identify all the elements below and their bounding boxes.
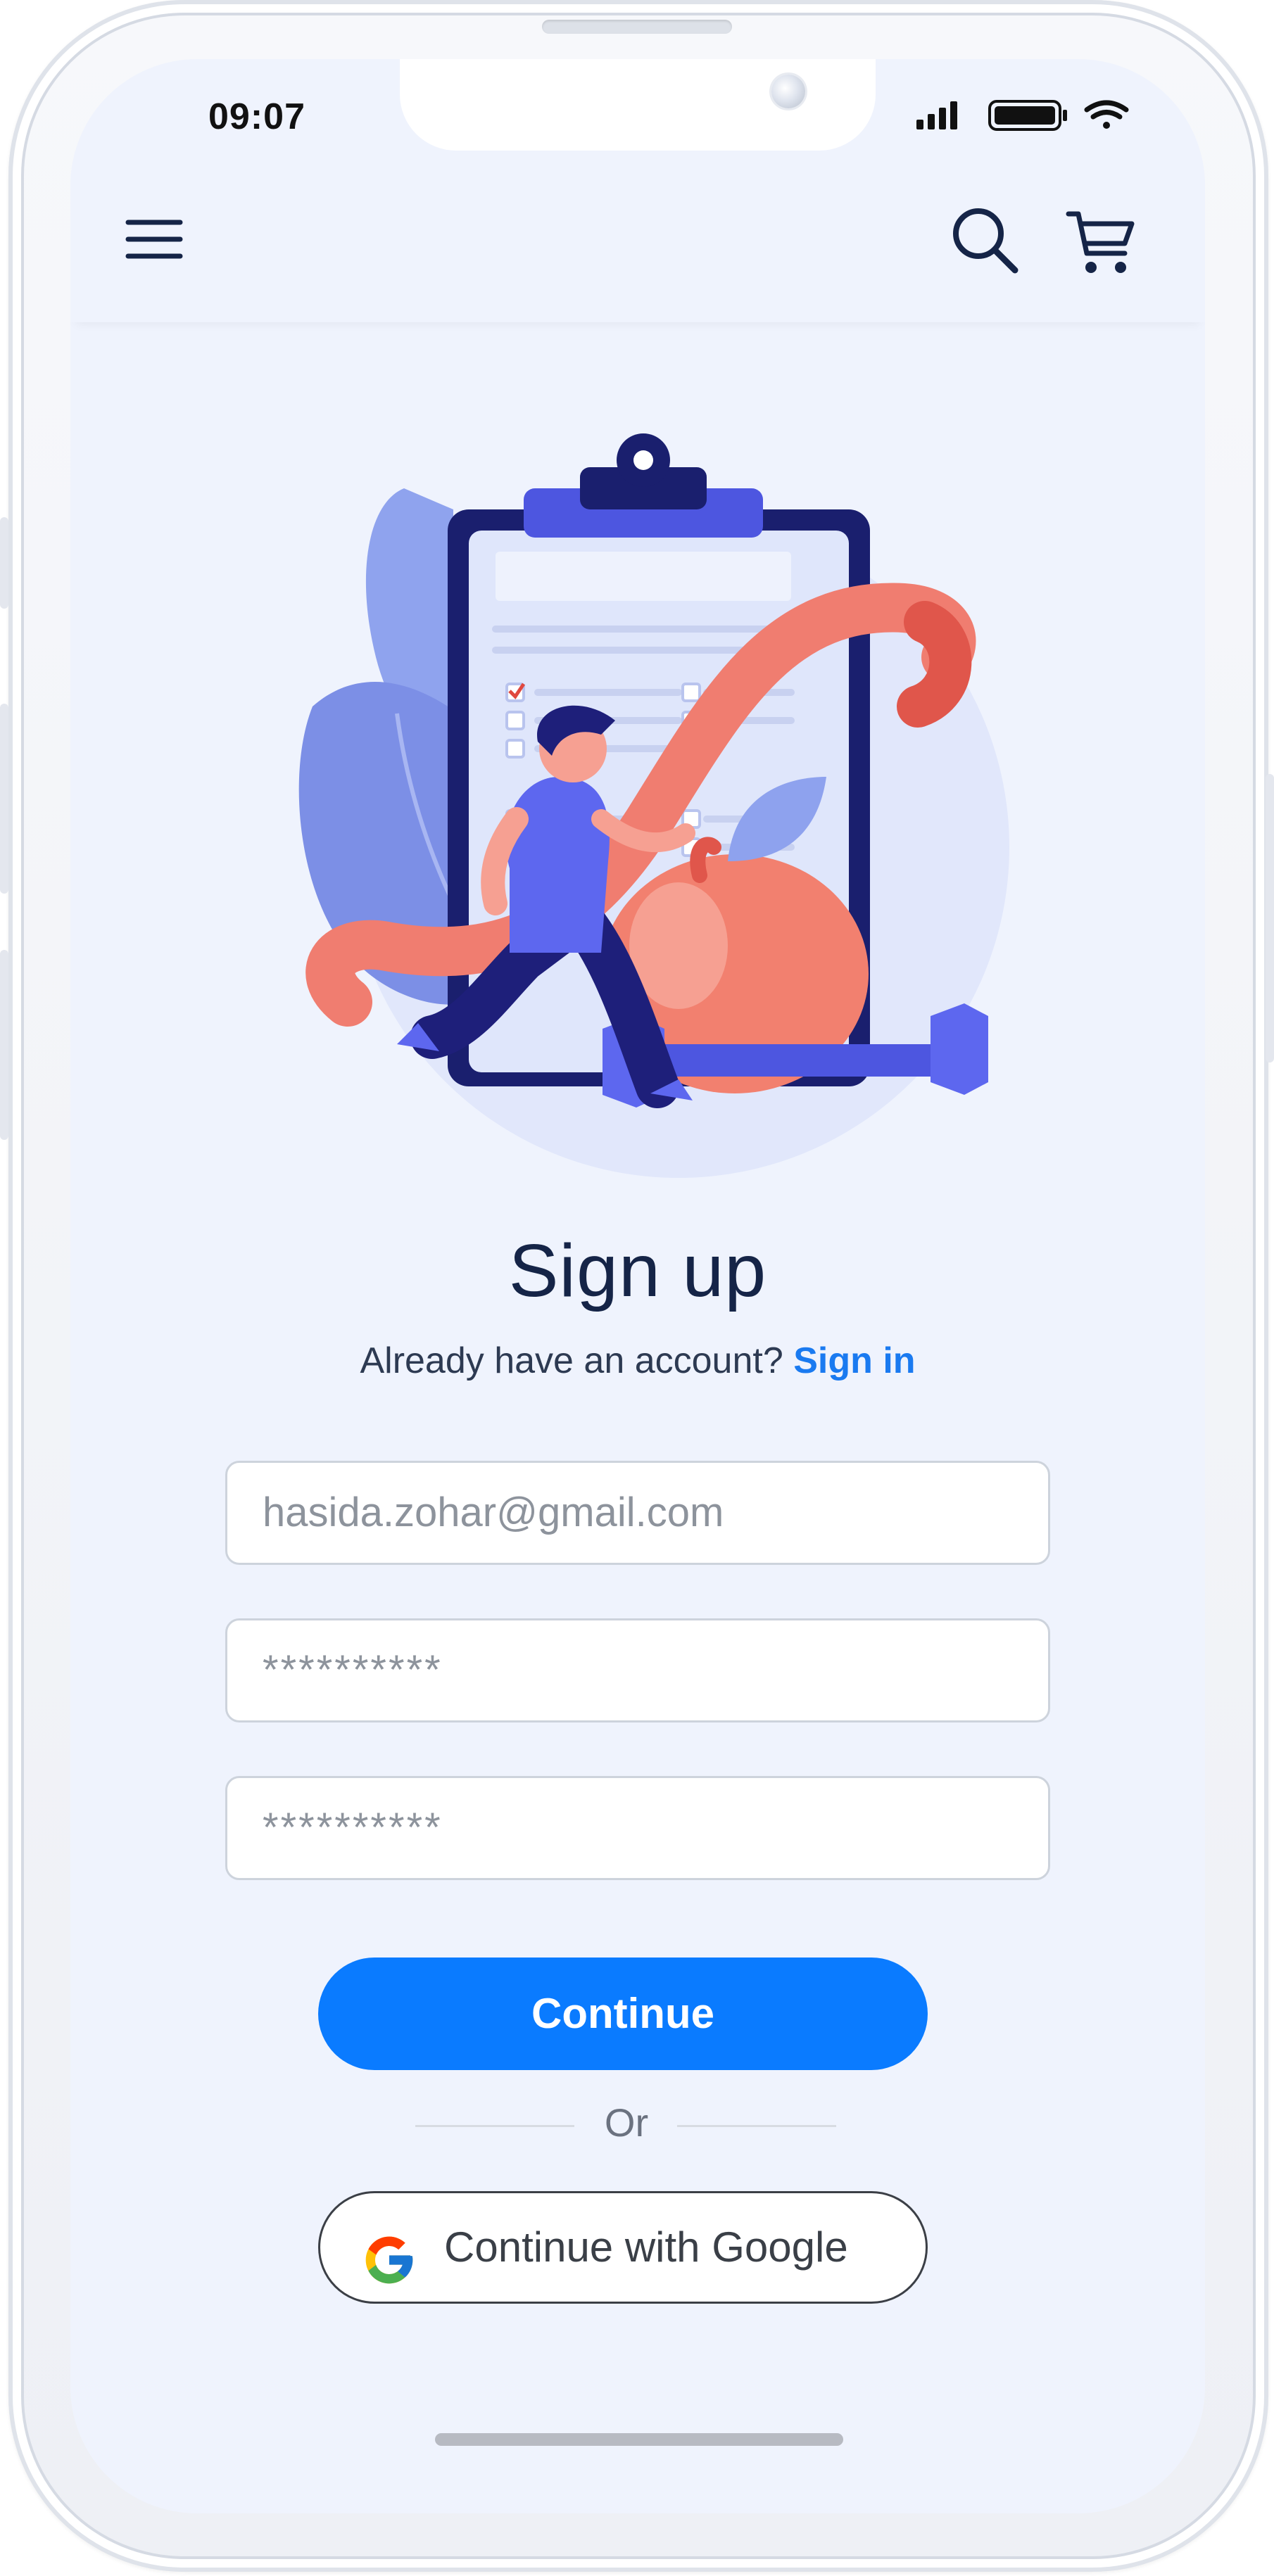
signin-prompt: Already have an account? Sign in: [70, 1340, 1205, 1382]
phone-side-button-right: [1266, 774, 1274, 1062]
search-icon[interactable]: [950, 205, 1021, 279]
signin-prompt-text: Already have an account?: [360, 1340, 783, 1381]
notch: [400, 59, 876, 151]
menu-icon[interactable]: [125, 218, 183, 264]
battery-icon: [988, 100, 1067, 131]
signin-link[interactable]: Sign in: [793, 1340, 915, 1381]
fitness-illustration: [284, 425, 1045, 1188]
page-title: Sign up: [508, 1229, 767, 1312]
status-icons: [916, 99, 1142, 131]
password-field[interactable]: **********: [225, 1618, 1050, 1722]
confirm-password-field[interactable]: **********: [225, 1776, 1050, 1880]
front-camera: [771, 75, 805, 108]
app-screen: 09:07 Sign up Already have an account? S…: [70, 59, 1205, 2513]
home-indicator[interactable]: [435, 2433, 843, 2446]
continue-button[interactable]: Continue: [318, 1958, 928, 2070]
phone-side-button-left-2: [0, 704, 8, 894]
status-time: 09:07: [208, 96, 305, 137]
phone-speaker-slot: [542, 20, 732, 34]
google-icon: [361, 2220, 417, 2328]
app-header: [70, 151, 1205, 322]
divider-right: [677, 2125, 836, 2127]
signal-icon: [916, 101, 957, 129]
google-button-label: Continue with Google: [444, 2223, 848, 2271]
cart-icon[interactable]: [1066, 208, 1136, 282]
or-separator: Or: [604, 2100, 649, 2145]
google-signin-button[interactable]: Continue with Google: [318, 2191, 928, 2304]
wifi-icon: [1084, 100, 1129, 129]
phone-side-button-left-1: [0, 517, 8, 609]
email-field[interactable]: hasida.zohar@gmail.com: [225, 1461, 1050, 1565]
divider-left: [415, 2125, 574, 2127]
phone-side-button-left-3: [0, 950, 8, 1140]
